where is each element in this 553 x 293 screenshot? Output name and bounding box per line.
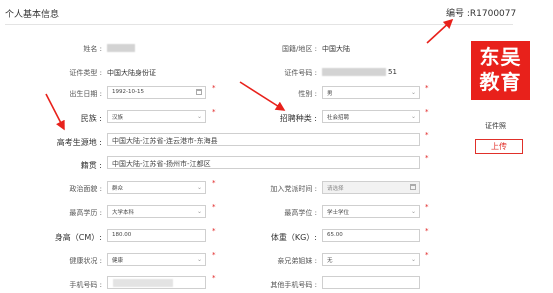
gender-label: 性别 :: [298, 90, 317, 98]
birth-date-input[interactable]: 1992-10-15: [107, 86, 206, 99]
required-star: *: [212, 108, 216, 116]
calendar-icon: [196, 89, 202, 95]
native-label: 籍贯 :: [80, 161, 102, 170]
chevron-down-icon: ⌄: [196, 256, 202, 263]
education-select[interactable]: 大学本科 ⌄: [107, 205, 206, 218]
chevron-down-icon: ⌄: [196, 113, 202, 120]
logo-line-1: 东吴: [479, 45, 522, 69]
country-label: 国籍/地区 :: [282, 45, 317, 53]
phone-label: 手机号码 :: [69, 281, 102, 289]
logo-line-2: 教育: [479, 70, 522, 94]
phone-value-redacted: [113, 279, 173, 287]
gaokao-label: 高考生源地 :: [56, 138, 102, 147]
idno-label: 证件号码 :: [284, 69, 317, 77]
idno-tail: 51: [388, 68, 397, 76]
required-star: *: [425, 131, 429, 139]
sibling-select[interactable]: 无 ⌄: [322, 253, 420, 266]
other-phone-input[interactable]: [322, 276, 420, 289]
chevron-down-icon: ⌄: [410, 256, 416, 263]
calendar-icon: [410, 184, 416, 190]
recruit-type-select[interactable]: 社会招聘 ⌄: [322, 110, 420, 123]
gaokao-origin-input[interactable]: 中国大陆-江苏省-连云港市-东海县: [107, 133, 420, 146]
name-label: 姓名 :: [83, 45, 102, 53]
weight-input[interactable]: 65.00: [322, 229, 420, 242]
gender-select[interactable]: 男 ⌄: [322, 86, 420, 99]
required-star: *: [425, 84, 429, 92]
recruit-label: 招聘种类 :: [279, 114, 317, 123]
birth-label: 出生日期 :: [69, 90, 102, 98]
ethnic-label: 民族 :: [80, 114, 102, 123]
degree-value: 学士学位: [327, 210, 350, 216]
required-star: *: [212, 84, 216, 92]
idno-value-redacted: [322, 68, 386, 76]
height-label: 身高（CM）:: [54, 233, 102, 242]
degree-select[interactable]: 学士学位 ⌄: [322, 205, 420, 218]
required-star: *: [425, 203, 429, 211]
education-value: 大学本科: [112, 210, 135, 216]
required-star: *: [425, 251, 429, 259]
gender-value: 男: [327, 91, 333, 97]
chevron-down-icon: ⌄: [410, 113, 416, 120]
country-value: 中国大陆: [322, 45, 350, 53]
chevron-down-icon: ⌄: [410, 89, 416, 96]
page-title: 个人基本信息: [5, 10, 60, 20]
serial-number: 编号 :R1700077: [446, 9, 517, 19]
party-date-value: 请选择: [327, 186, 344, 192]
required-star: *: [425, 154, 429, 162]
required-star: *: [425, 108, 429, 116]
title-divider: [5, 24, 513, 25]
name-value-redacted: [107, 44, 135, 52]
sibling-value: 无: [327, 258, 333, 264]
party-label: 加入党派时间 :: [270, 185, 317, 193]
sibling-label: 亲兄弟姐妹 :: [277, 257, 317, 265]
political-label: 政治面貌 :: [69, 185, 102, 193]
ethnic-value: 汉族: [112, 115, 124, 121]
birth-date-value: 1992-10-15: [112, 89, 144, 95]
health-value: 健康: [112, 258, 124, 264]
brand-logo: 东吴 教育: [471, 41, 530, 100]
chevron-down-icon: ⌄: [410, 208, 416, 215]
required-star: *: [425, 227, 429, 235]
native-place-input[interactable]: 中国大陆-江苏省-扬州市-江都区: [107, 156, 420, 169]
idtype-label: 证件类型 :: [69, 69, 102, 77]
required-star: *: [212, 227, 216, 235]
required-star: *: [212, 274, 216, 282]
chevron-down-icon: ⌄: [196, 208, 202, 215]
chevron-down-icon: ⌄: [196, 184, 202, 191]
upload-button[interactable]: 上传: [475, 139, 523, 154]
political-value: 群众: [112, 186, 124, 192]
degree-label: 最高学位 :: [284, 209, 317, 217]
height-input[interactable]: 180.00: [107, 229, 206, 242]
required-star: *: [212, 179, 216, 187]
weight-label: 体重（KG）:: [270, 233, 317, 242]
phone-input[interactable]: [107, 276, 206, 289]
photo-label: 证件照: [485, 122, 506, 130]
health-select[interactable]: 健康 ⌄: [107, 253, 206, 266]
required-star: *: [212, 203, 216, 211]
edu-label: 最高学历 :: [69, 209, 102, 217]
ethnic-select[interactable]: 汉族 ⌄: [107, 110, 206, 123]
required-star: *: [212, 251, 216, 259]
party-date-input[interactable]: 请选择: [322, 181, 420, 194]
other-phone-label: 其他手机号码 :: [270, 281, 317, 289]
idtype-value: 中国大陆身份证: [107, 69, 156, 77]
health-label: 健康状况 :: [69, 257, 102, 265]
political-select[interactable]: 群众 ⌄: [107, 181, 206, 194]
recruit-type-value: 社会招聘: [327, 115, 350, 121]
